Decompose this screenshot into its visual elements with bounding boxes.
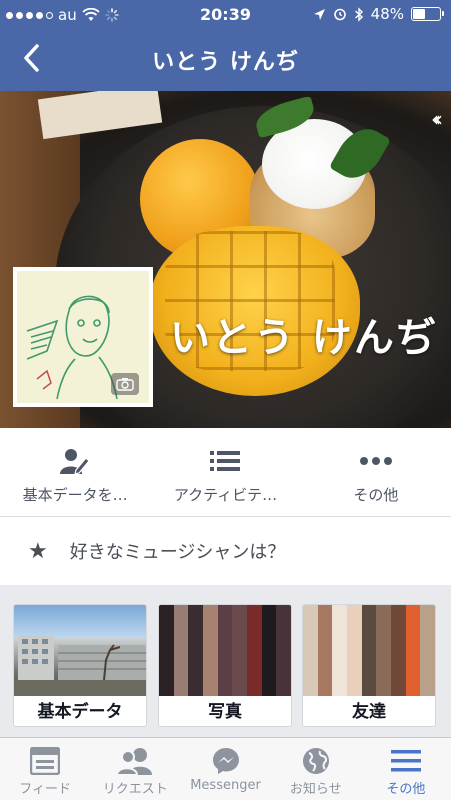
- tab-bar: フィード リクエスト Messenger お知らせ その他: [0, 737, 451, 800]
- profile-name: いとう けんぢ: [170, 315, 438, 361]
- tab-more[interactable]: その他: [361, 738, 451, 800]
- cover-options-icon[interactable]: ‹‹‹: [431, 107, 443, 131]
- cover-photo-napkin: [37, 91, 163, 140]
- update-info-button[interactable]: 基本データを…: [0, 428, 150, 516]
- tab-messenger-label: Messenger: [190, 778, 261, 793]
- tab-feed-label: フィード: [19, 782, 71, 797]
- tab-more-label: その他: [386, 782, 426, 797]
- building-photo: [14, 635, 146, 696]
- more-button[interactable]: その他: [301, 428, 451, 516]
- bluetooth-icon: [354, 6, 363, 22]
- pixelated-photo: [159, 605, 291, 696]
- messenger-icon: [211, 746, 241, 776]
- star-icon: ★: [28, 538, 48, 564]
- edit-profile-icon: [60, 448, 90, 474]
- more-label: その他: [353, 486, 399, 504]
- camera-icon[interactable]: [111, 373, 139, 395]
- more-icon: [359, 448, 393, 474]
- profile-actions: 基本データを… アクティビテ… その他: [0, 428, 451, 516]
- page-title: いとう けんぢ: [152, 50, 299, 75]
- menu-icon: [390, 746, 421, 776]
- prompt-text: 好きなミュージシャンは？: [69, 542, 286, 563]
- friend-requests-icon: [116, 746, 154, 776]
- profile-tiles: 基本データ 写真 友達: [0, 585, 451, 737]
- list-icon: [210, 448, 241, 474]
- tab-feed[interactable]: フィード: [0, 738, 90, 800]
- tab-friend-requests-label: リクエスト: [102, 782, 168, 797]
- tab-messenger[interactable]: Messenger: [180, 738, 270, 800]
- tab-friend-requests[interactable]: リクエスト: [90, 738, 180, 800]
- favorite-musician-prompt[interactable]: ★ 好きなミュージシャンは？: [0, 517, 451, 585]
- feed-icon: [30, 746, 61, 776]
- pixelated-photo: [303, 605, 435, 696]
- friends-tile[interactable]: 友達: [302, 604, 436, 727]
- about-tile[interactable]: 基本データ: [13, 604, 147, 727]
- battery-icon: [411, 7, 444, 21]
- avatar: [17, 271, 149, 403]
- photos-tile-image: [159, 605, 291, 696]
- profile-picture[interactable]: [13, 267, 153, 407]
- top-bar: au 20:39 48% いとう けんぢ: [0, 0, 451, 91]
- location-arrow-icon: [313, 8, 325, 20]
- tab-notifications[interactable]: お知らせ: [271, 738, 361, 800]
- photos-tile-label: 写真: [208, 702, 242, 722]
- cover-photo[interactable]: ‹‹‹ いとう けんぢ: [0, 91, 451, 428]
- battery-percent: 48%: [370, 5, 404, 23]
- status-bar: au 20:39 48%: [0, 0, 451, 30]
- navigation-bar: いとう けんぢ: [0, 30, 451, 91]
- about-tile-label: 基本データ: [37, 702, 123, 722]
- tab-notifications-label: お知らせ: [289, 782, 342, 797]
- friends-tile-image: [303, 605, 435, 696]
- update-info-label: 基本データを…: [22, 486, 128, 504]
- activity-log-label: アクティビテ…: [173, 486, 278, 504]
- photos-tile[interactable]: 写真: [158, 604, 292, 727]
- about-tile-image: [14, 605, 146, 696]
- activity-log-button[interactable]: アクティビテ…: [150, 428, 300, 516]
- alarm-icon: [333, 8, 346, 21]
- globe-icon: [301, 746, 331, 776]
- friends-tile-label: 友達: [352, 702, 386, 722]
